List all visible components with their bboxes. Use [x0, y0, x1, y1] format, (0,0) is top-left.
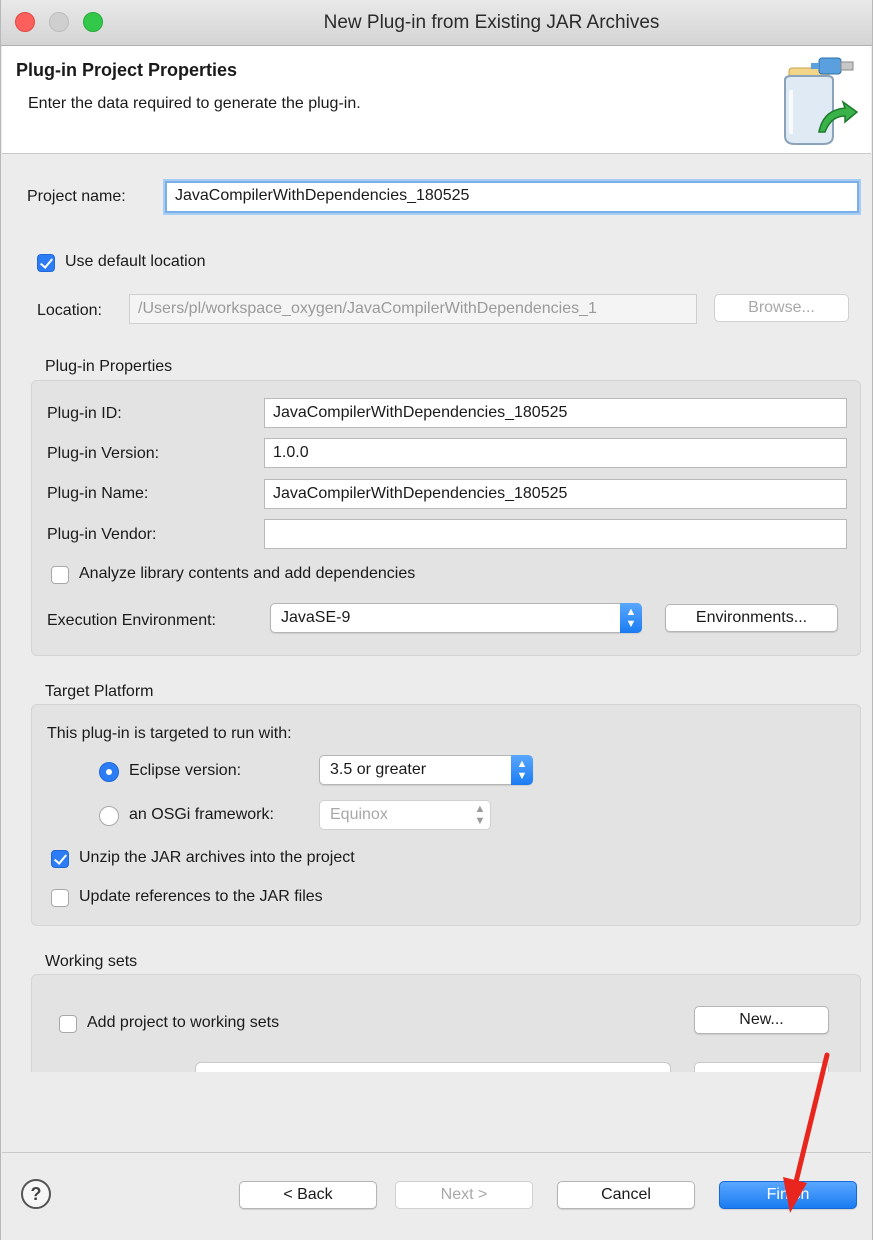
next-button[interactable]: Next > [395, 1181, 533, 1209]
eclipse-version-label: Eclipse version: [129, 762, 242, 779]
project-name-label: Project name: [27, 188, 126, 205]
add-to-working-sets-checkbox[interactable] [59, 1015, 77, 1033]
new-working-set-button[interactable]: New... [694, 1006, 829, 1034]
plugin-version-label: Plug-in Version: [47, 445, 160, 462]
eclipse-version-radio[interactable] [99, 762, 119, 782]
project-name-input[interactable]: JavaCompilerWithDependencies_180525 [165, 181, 859, 213]
execution-environment-label: Execution Environment: [47, 612, 216, 629]
title-bar: New Plug-in from Existing JAR Archives [1, 0, 872, 46]
chevron-up-down-icon: ▲ ▼ [474, 803, 486, 827]
analyze-library-label: Analyze library contents and add depende… [79, 565, 416, 582]
update-references-checkbox[interactable] [51, 889, 69, 907]
environments-button[interactable]: Environments... [665, 604, 838, 632]
browse-button[interactable]: Browse... [714, 294, 849, 322]
execution-environment-select[interactable]: JavaSE-9 ▲ ▼ [270, 603, 642, 633]
back-button[interactable]: < Back [239, 1181, 377, 1209]
window-title: New Plug-in from Existing JAR Archives [323, 12, 660, 33]
wizard-header: Plug-in Project Properties Enter the dat… [2, 46, 871, 154]
page-title: Plug-in Project Properties [16, 60, 238, 80]
add-to-working-sets-label: Add project to working sets [87, 1014, 280, 1031]
plugin-vendor-label: Plug-in Vendor: [47, 526, 157, 543]
plugin-id-input[interactable]: JavaCompilerWithDependencies_180525 [264, 398, 847, 428]
use-default-location-checkbox[interactable] [37, 254, 55, 272]
jar-plugin-icon [784, 57, 859, 145]
plugin-properties-title: Plug-in Properties [45, 358, 173, 375]
osgi-framework-label: an OSGi framework: [129, 806, 274, 823]
chevron-up-down-icon: ▲ ▼ [620, 603, 642, 633]
eclipse-version-select[interactable]: 3.5 or greater ▲ ▼ [319, 755, 533, 785]
footer-separator [2, 1152, 871, 1153]
dialog-window: New Plug-in from Existing JAR Archives P… [0, 0, 873, 1240]
page-subtitle: Enter the data required to generate the … [28, 95, 361, 112]
chevron-up-down-icon: ▲ ▼ [511, 755, 533, 785]
cancel-button[interactable]: Cancel [557, 1181, 695, 1209]
plugin-name-label: Plug-in Name: [47, 485, 149, 502]
osgi-framework-select[interactable]: Equinox ▲ ▼ [319, 800, 491, 830]
osgi-framework-radio[interactable] [99, 806, 119, 826]
plugin-id-label: Plug-in ID: [47, 405, 122, 422]
targeted-label: This plug-in is targeted to run with: [47, 725, 292, 742]
analyze-library-checkbox[interactable] [51, 566, 69, 584]
use-default-location-label: Use default location [65, 253, 206, 270]
working-sets-combo-partial [195, 1062, 671, 1072]
working-sets-title: Working sets [45, 953, 138, 970]
location-input[interactable]: /Users/pl/workspace_oxygen/JavaCompilerW… [129, 294, 697, 324]
execution-environment-value: JavaSE-9 [281, 609, 351, 626]
eclipse-version-value: 3.5 or greater [330, 761, 427, 778]
osgi-framework-value: Equinox [330, 806, 388, 823]
red-arrow-annotation [783, 1052, 830, 1213]
location-label: Location: [37, 302, 102, 319]
plugin-vendor-input[interactable] [264, 519, 847, 549]
plugin-name-input[interactable]: JavaCompilerWithDependencies_180525 [264, 479, 847, 509]
plugin-version-input[interactable]: 1.0.0 [264, 438, 847, 468]
target-platform-title: Target Platform [45, 683, 154, 700]
help-icon[interactable]: ? [21, 1179, 51, 1209]
update-references-label: Update references to the JAR files [79, 888, 323, 905]
unzip-jar-checkbox[interactable] [51, 850, 69, 868]
unzip-jar-label: Unzip the JAR archives into the project [79, 849, 355, 866]
